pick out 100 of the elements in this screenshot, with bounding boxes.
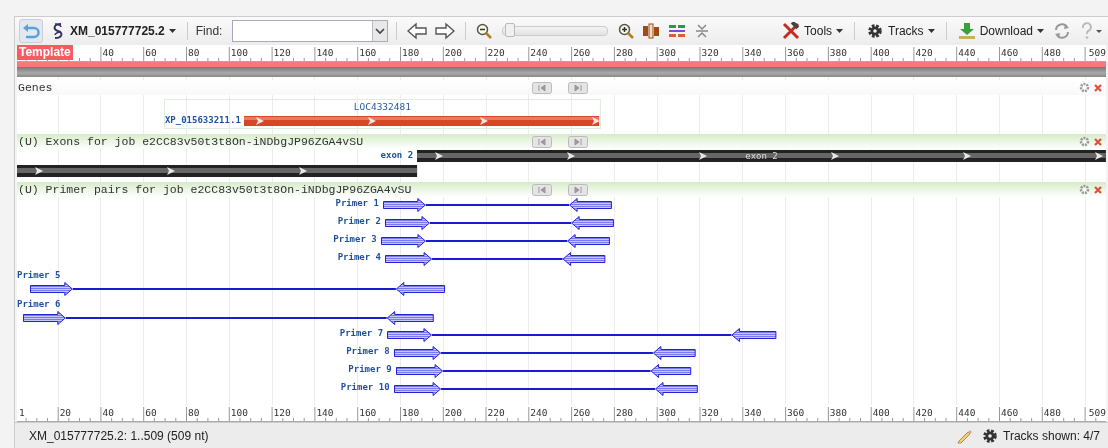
refresh-icon[interactable] [1053, 22, 1071, 40]
tick-label: 480 [1043, 47, 1061, 58]
dropdown-icon[interactable] [373, 21, 388, 41]
feature-label: Primer 5 [17, 269, 61, 282]
tick-label: 180 [401, 47, 420, 58]
primer-pair[interactable] [23, 311, 435, 325]
primer-pair[interactable] [385, 216, 614, 230]
tick-label: 80 [188, 407, 200, 418]
tick-label: 340 [744, 407, 762, 418]
next-icon[interactable] [568, 136, 588, 148]
tick-label: 180 [401, 407, 420, 418]
tick-label: 240 [530, 47, 548, 58]
feature-label: Primer 4 [337, 251, 381, 264]
exon-bar[interactable] [17, 165, 418, 177]
toolbar-menu[interactable]: Tracks [863, 20, 938, 42]
zoom-slider[interactable] [502, 26, 609, 36]
toolbar-menu[interactable]: Download [954, 20, 1047, 42]
tick-label: 480 [1043, 407, 1061, 418]
tick-label: 440 [958, 407, 976, 418]
primer-pair[interactable] [395, 364, 692, 378]
tick-label: 200 [444, 407, 462, 418]
tick-label: 360 [787, 407, 805, 418]
tick-label: 40 [102, 47, 114, 58]
tick-label: 509 [1088, 407, 1106, 418]
previous-icon[interactable] [532, 184, 552, 196]
track-title: Genes [17, 81, 53, 94]
tick-label: 160 [359, 47, 377, 58]
primer-pair[interactable] [387, 328, 778, 342]
previous-icon[interactable] [532, 136, 552, 148]
pencil-icon[interactable] [956, 427, 973, 444]
undo-icon [22, 23, 40, 39]
caret-icon [168, 29, 176, 33]
tick-label: 140 [316, 47, 334, 58]
next-icon[interactable] [568, 82, 588, 94]
tick-label: 420 [915, 47, 933, 58]
back-arrow-icon[interactable] [407, 22, 428, 40]
primer-pair[interactable] [385, 252, 606, 266]
settings-icon[interactable] [1079, 82, 1090, 93]
feature-label: Primer 10 [340, 381, 390, 394]
tick-label: 60 [145, 407, 157, 418]
toolbar-menu[interactable]: Tools [779, 20, 847, 42]
previous-icon[interactable] [532, 82, 552, 94]
tick-label: 120 [273, 47, 291, 58]
settings-icon[interactable] [1079, 184, 1090, 195]
tick-label: 400 [872, 47, 890, 58]
tick-label: 120 [273, 407, 291, 418]
tick-label: 220 [487, 47, 505, 58]
feature-label: Primer 9 [348, 363, 392, 376]
forward-arrow-icon[interactable] [435, 22, 456, 40]
tick-label: 360 [787, 47, 805, 58]
status-text: XM_015777725.2: 1..509 (509 nt) [29, 428, 209, 443]
tick-label: 200 [444, 47, 462, 58]
track-title: (U) Primer pairs for job e2CC83v50t3t8On-iNDbgJP96ZGA4vSU [17, 183, 412, 196]
tick-label: 460 [1001, 407, 1019, 418]
sequence-menu[interactable]: XM_015777725.2 [47, 20, 179, 42]
close-icon[interactable] [1093, 83, 1103, 93]
tick-label: 320 [701, 407, 719, 418]
tick-label: 320 [701, 47, 719, 58]
primer-pair[interactable] [29, 282, 446, 296]
undo-button[interactable] [19, 19, 43, 43]
tracks-shown-button[interactable]: Tracks shown: 4/7 [978, 424, 1103, 447]
feature-label: XP_015633211.1 [164, 114, 241, 127]
exon-label: exon 2 [744, 150, 779, 162]
gear-icon [866, 22, 885, 40]
primer-pair[interactable] [393, 382, 698, 396]
close-icon[interactable] [1093, 137, 1103, 147]
colored-bars-icon[interactable] [668, 24, 687, 38]
help-icon[interactable] [1079, 22, 1103, 40]
tick-label: 380 [829, 407, 848, 418]
tick-label: 1 [19, 407, 25, 418]
zoom-out-icon[interactable] [476, 23, 493, 39]
slider-thumb[interactable] [505, 23, 516, 37]
caret-icon [927, 29, 935, 33]
caret-icon [836, 29, 844, 33]
next-icon[interactable] [568, 184, 588, 196]
collapse-icon[interactable] [694, 23, 711, 39]
feature-label: Primer 7 [339, 327, 384, 340]
primer-pair[interactable] [393, 346, 696, 360]
tick-label: 240 [530, 407, 548, 418]
primer-pair[interactable] [380, 234, 610, 248]
tick-label: 400 [872, 407, 890, 418]
tick-label: 100 [230, 47, 248, 58]
tick-label: 20 [59, 407, 72, 418]
tick-label: 160 [359, 407, 377, 418]
settings-icon[interactable] [1079, 136, 1090, 147]
feature-label: Primer 1 [335, 197, 379, 210]
find-field[interactable] [232, 20, 389, 42]
zoom-in-icon[interactable] [618, 23, 635, 39]
primer-pair[interactable] [382, 198, 612, 212]
tick-label: 340 [744, 47, 762, 58]
feature-label: Primer 8 [346, 345, 390, 358]
tick-label: 380 [829, 47, 848, 58]
exon-bar[interactable] [417, 150, 1107, 162]
gear-icon [981, 426, 1000, 445]
tick-label: 80 [188, 47, 200, 58]
tick-label: 60 [145, 47, 157, 58]
close-icon[interactable] [1093, 185, 1103, 195]
gene-bar[interactable] [243, 116, 600, 126]
tools-icon [782, 22, 801, 40]
tick-label: 300 [658, 47, 676, 58]
